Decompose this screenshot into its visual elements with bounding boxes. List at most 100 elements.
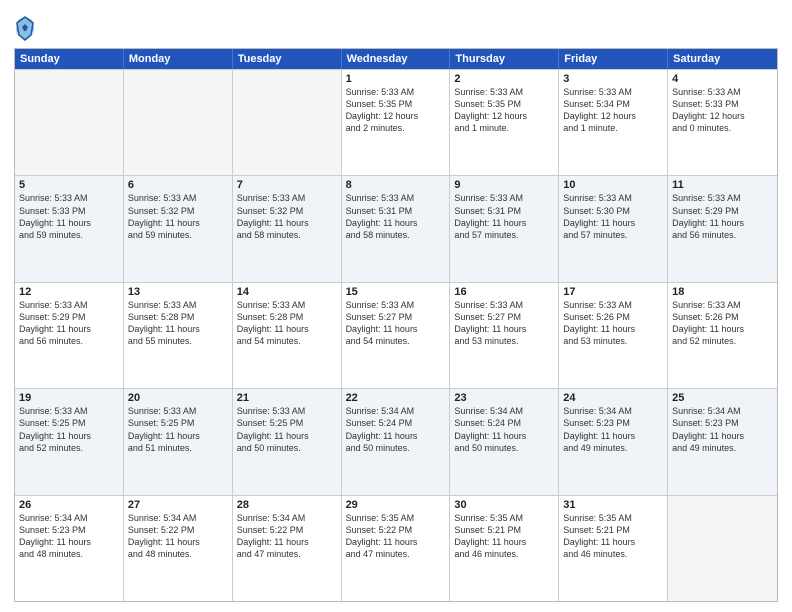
- logo-icon: [14, 14, 36, 42]
- cell-info: Sunrise: 5:34 AM Sunset: 5:24 PM Dayligh…: [454, 405, 554, 454]
- cal-cell-4-0: 26Sunrise: 5:34 AM Sunset: 5:23 PM Dayli…: [15, 496, 124, 601]
- weekday-header-friday: Friday: [559, 49, 668, 69]
- cal-cell-4-4: 30Sunrise: 5:35 AM Sunset: 5:21 PM Dayli…: [450, 496, 559, 601]
- cell-day-number: 20: [128, 392, 228, 404]
- cell-info: Sunrise: 5:33 AM Sunset: 5:25 PM Dayligh…: [128, 405, 228, 454]
- cell-info: Sunrise: 5:33 AM Sunset: 5:28 PM Dayligh…: [128, 299, 228, 348]
- cal-cell-3-1: 20Sunrise: 5:33 AM Sunset: 5:25 PM Dayli…: [124, 389, 233, 494]
- cal-cell-0-2: [233, 70, 342, 175]
- cal-cell-0-1: [124, 70, 233, 175]
- cell-day-number: 16: [454, 286, 554, 298]
- cell-info: Sunrise: 5:33 AM Sunset: 5:31 PM Dayligh…: [454, 192, 554, 241]
- cell-info: Sunrise: 5:33 AM Sunset: 5:33 PM Dayligh…: [672, 86, 773, 135]
- cell-info: Sunrise: 5:33 AM Sunset: 5:26 PM Dayligh…: [672, 299, 773, 348]
- cal-cell-1-1: 6Sunrise: 5:33 AM Sunset: 5:32 PM Daylig…: [124, 176, 233, 281]
- cal-cell-4-3: 29Sunrise: 5:35 AM Sunset: 5:22 PM Dayli…: [342, 496, 451, 601]
- cell-info: Sunrise: 5:34 AM Sunset: 5:23 PM Dayligh…: [563, 405, 663, 454]
- cell-day-number: 25: [672, 392, 773, 404]
- cell-info: Sunrise: 5:34 AM Sunset: 5:23 PM Dayligh…: [19, 512, 119, 561]
- cell-day-number: 8: [346, 179, 446, 191]
- cell-day-number: 1: [346, 73, 446, 85]
- cal-cell-0-5: 3Sunrise: 5:33 AM Sunset: 5:34 PM Daylig…: [559, 70, 668, 175]
- weekday-header-thursday: Thursday: [450, 49, 559, 69]
- cal-cell-3-3: 22Sunrise: 5:34 AM Sunset: 5:24 PM Dayli…: [342, 389, 451, 494]
- calendar-body: 1Sunrise: 5:33 AM Sunset: 5:35 PM Daylig…: [15, 69, 777, 601]
- cell-day-number: 10: [563, 179, 663, 191]
- cell-day-number: 9: [454, 179, 554, 191]
- cell-info: Sunrise: 5:35 AM Sunset: 5:21 PM Dayligh…: [454, 512, 554, 561]
- cell-day-number: 15: [346, 286, 446, 298]
- cell-day-number: 31: [563, 499, 663, 511]
- cell-info: Sunrise: 5:33 AM Sunset: 5:34 PM Dayligh…: [563, 86, 663, 135]
- cell-info: Sunrise: 5:33 AM Sunset: 5:26 PM Dayligh…: [563, 299, 663, 348]
- cell-info: Sunrise: 5:33 AM Sunset: 5:29 PM Dayligh…: [672, 192, 773, 241]
- cell-day-number: 4: [672, 73, 773, 85]
- cal-cell-3-0: 19Sunrise: 5:33 AM Sunset: 5:25 PM Dayli…: [15, 389, 124, 494]
- cal-cell-2-6: 18Sunrise: 5:33 AM Sunset: 5:26 PM Dayli…: [668, 283, 777, 388]
- cell-day-number: 6: [128, 179, 228, 191]
- cell-info: Sunrise: 5:33 AM Sunset: 5:35 PM Dayligh…: [346, 86, 446, 135]
- cell-day-number: 3: [563, 73, 663, 85]
- cell-day-number: 7: [237, 179, 337, 191]
- calendar-row-4: 26Sunrise: 5:34 AM Sunset: 5:23 PM Dayli…: [15, 495, 777, 601]
- cal-cell-2-3: 15Sunrise: 5:33 AM Sunset: 5:27 PM Dayli…: [342, 283, 451, 388]
- calendar-row-0: 1Sunrise: 5:33 AM Sunset: 5:35 PM Daylig…: [15, 69, 777, 175]
- cell-day-number: 12: [19, 286, 119, 298]
- weekday-header-monday: Monday: [124, 49, 233, 69]
- cal-cell-2-4: 16Sunrise: 5:33 AM Sunset: 5:27 PM Dayli…: [450, 283, 559, 388]
- cal-cell-1-4: 9Sunrise: 5:33 AM Sunset: 5:31 PM Daylig…: [450, 176, 559, 281]
- page: SundayMondayTuesdayWednesdayThursdayFrid…: [0, 0, 792, 612]
- cell-info: Sunrise: 5:34 AM Sunset: 5:22 PM Dayligh…: [128, 512, 228, 561]
- cal-cell-3-4: 23Sunrise: 5:34 AM Sunset: 5:24 PM Dayli…: [450, 389, 559, 494]
- cal-cell-3-6: 25Sunrise: 5:34 AM Sunset: 5:23 PM Dayli…: [668, 389, 777, 494]
- calendar-row-2: 12Sunrise: 5:33 AM Sunset: 5:29 PM Dayli…: [15, 282, 777, 388]
- cal-cell-2-2: 14Sunrise: 5:33 AM Sunset: 5:28 PM Dayli…: [233, 283, 342, 388]
- cell-day-number: 13: [128, 286, 228, 298]
- weekday-header-sunday: Sunday: [15, 49, 124, 69]
- cal-cell-4-2: 28Sunrise: 5:34 AM Sunset: 5:22 PM Dayli…: [233, 496, 342, 601]
- calendar-row-1: 5Sunrise: 5:33 AM Sunset: 5:33 PM Daylig…: [15, 175, 777, 281]
- cal-cell-2-1: 13Sunrise: 5:33 AM Sunset: 5:28 PM Dayli…: [124, 283, 233, 388]
- cal-cell-2-0: 12Sunrise: 5:33 AM Sunset: 5:29 PM Dayli…: [15, 283, 124, 388]
- cal-cell-3-5: 24Sunrise: 5:34 AM Sunset: 5:23 PM Dayli…: [559, 389, 668, 494]
- logo: [14, 14, 38, 42]
- cell-info: Sunrise: 5:33 AM Sunset: 5:33 PM Dayligh…: [19, 192, 119, 241]
- calendar-row-3: 19Sunrise: 5:33 AM Sunset: 5:25 PM Dayli…: [15, 388, 777, 494]
- cal-cell-0-4: 2Sunrise: 5:33 AM Sunset: 5:35 PM Daylig…: [450, 70, 559, 175]
- cal-cell-0-3: 1Sunrise: 5:33 AM Sunset: 5:35 PM Daylig…: [342, 70, 451, 175]
- cell-info: Sunrise: 5:35 AM Sunset: 5:21 PM Dayligh…: [563, 512, 663, 561]
- cal-cell-1-0: 5Sunrise: 5:33 AM Sunset: 5:33 PM Daylig…: [15, 176, 124, 281]
- cell-info: Sunrise: 5:33 AM Sunset: 5:27 PM Dayligh…: [454, 299, 554, 348]
- cell-info: Sunrise: 5:33 AM Sunset: 5:27 PM Dayligh…: [346, 299, 446, 348]
- cal-cell-1-6: 11Sunrise: 5:33 AM Sunset: 5:29 PM Dayli…: [668, 176, 777, 281]
- cell-info: Sunrise: 5:34 AM Sunset: 5:23 PM Dayligh…: [672, 405, 773, 454]
- cell-day-number: 28: [237, 499, 337, 511]
- cell-day-number: 21: [237, 392, 337, 404]
- weekday-header-tuesday: Tuesday: [233, 49, 342, 69]
- calendar-header: SundayMondayTuesdayWednesdayThursdayFrid…: [15, 49, 777, 69]
- cell-day-number: 11: [672, 179, 773, 191]
- cal-cell-3-2: 21Sunrise: 5:33 AM Sunset: 5:25 PM Dayli…: [233, 389, 342, 494]
- cell-day-number: 14: [237, 286, 337, 298]
- cal-cell-2-5: 17Sunrise: 5:33 AM Sunset: 5:26 PM Dayli…: [559, 283, 668, 388]
- cell-day-number: 24: [563, 392, 663, 404]
- cell-info: Sunrise: 5:33 AM Sunset: 5:25 PM Dayligh…: [19, 405, 119, 454]
- cal-cell-4-1: 27Sunrise: 5:34 AM Sunset: 5:22 PM Dayli…: [124, 496, 233, 601]
- cell-info: Sunrise: 5:34 AM Sunset: 5:24 PM Dayligh…: [346, 405, 446, 454]
- cell-info: Sunrise: 5:33 AM Sunset: 5:32 PM Dayligh…: [128, 192, 228, 241]
- cell-info: Sunrise: 5:33 AM Sunset: 5:32 PM Dayligh…: [237, 192, 337, 241]
- cal-cell-0-0: [15, 70, 124, 175]
- calendar: SundayMondayTuesdayWednesdayThursdayFrid…: [14, 48, 778, 602]
- cell-day-number: 17: [563, 286, 663, 298]
- cell-info: Sunrise: 5:33 AM Sunset: 5:31 PM Dayligh…: [346, 192, 446, 241]
- cell-info: Sunrise: 5:33 AM Sunset: 5:25 PM Dayligh…: [237, 405, 337, 454]
- cell-day-number: 22: [346, 392, 446, 404]
- cell-info: Sunrise: 5:33 AM Sunset: 5:28 PM Dayligh…: [237, 299, 337, 348]
- cell-day-number: 5: [19, 179, 119, 191]
- cell-day-number: 26: [19, 499, 119, 511]
- cell-info: Sunrise: 5:33 AM Sunset: 5:29 PM Dayligh…: [19, 299, 119, 348]
- cal-cell-4-5: 31Sunrise: 5:35 AM Sunset: 5:21 PM Dayli…: [559, 496, 668, 601]
- header: [14, 10, 778, 42]
- cal-cell-1-2: 7Sunrise: 5:33 AM Sunset: 5:32 PM Daylig…: [233, 176, 342, 281]
- cell-day-number: 30: [454, 499, 554, 511]
